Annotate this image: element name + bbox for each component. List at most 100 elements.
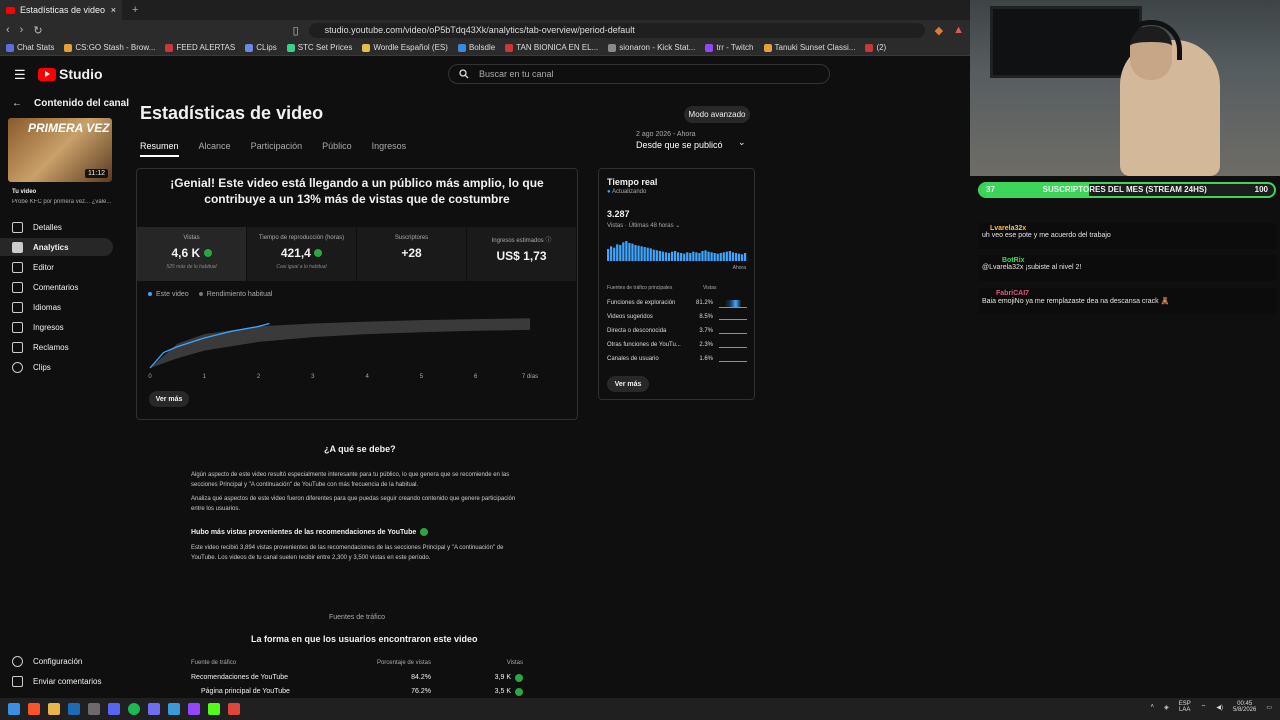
video-thumbnail[interactable]: PRIMERA VEZ 11:12 bbox=[8, 118, 112, 182]
notification-icon[interactable]: ▭ bbox=[1266, 704, 1272, 711]
insight-bold: Hubo más vistas provenientes de las reco… bbox=[191, 528, 429, 536]
sidebar-item-clips[interactable]: Clips bbox=[0, 358, 113, 376]
url-field[interactable]: studio.youtube.com/video/oP5bTdq43Xk/ana… bbox=[308, 22, 925, 38]
sidebar-item-comentarios[interactable]: Comentarios bbox=[0, 278, 113, 296]
chart-legend: Este video Rendimiento habitual bbox=[148, 291, 272, 298]
realtime-bar bbox=[677, 252, 680, 261]
app-icon[interactable] bbox=[228, 703, 240, 715]
chevron-down-icon[interactable]: ⌄ bbox=[675, 223, 680, 229]
wifi-icon[interactable]: ⌔ bbox=[1201, 703, 1207, 711]
source-row: Directa o desconocida 3.7% bbox=[607, 328, 747, 334]
realtime-see-more-button[interactable]: Ver más bbox=[607, 376, 649, 392]
source-row: Videos sugeridos 8.5% bbox=[607, 314, 747, 320]
search-placeholder: Buscar en tu canal bbox=[479, 69, 554, 79]
back-arrow-icon[interactable]: ‹ bbox=[6, 24, 10, 36]
bookmark-item[interactable]: Chat Stats bbox=[6, 43, 54, 52]
tab-resumen[interactable]: Resumen bbox=[140, 141, 179, 157]
obs-icon[interactable] bbox=[88, 703, 100, 715]
forward-arrow-icon[interactable]: › bbox=[20, 24, 24, 36]
steam-icon[interactable] bbox=[68, 703, 80, 715]
search-input[interactable]: Buscar en tu canal bbox=[448, 64, 830, 84]
sidebar-item-editor[interactable]: Editor bbox=[0, 258, 113, 276]
metric-watch-time[interactable]: Tiempo de reproducción (horas) 421,4 Cas… bbox=[247, 227, 357, 281]
period-selector[interactable]: 2 ago 2026 - Ahora Desde que se publicó bbox=[636, 131, 723, 150]
file-explorer-icon[interactable] bbox=[48, 703, 60, 715]
bookmark-item[interactable]: TAN BIONICA EN EL... bbox=[505, 43, 598, 52]
app-icon[interactable] bbox=[168, 703, 180, 715]
close-tab-icon[interactable]: × bbox=[111, 5, 116, 15]
sidebar-item-idiomas[interactable]: Idiomas bbox=[0, 298, 113, 316]
chevron-down-icon[interactable]: ⌄ bbox=[738, 137, 746, 148]
video-duration: 11:12 bbox=[85, 169, 108, 178]
realtime-bar bbox=[713, 253, 716, 261]
windows-taskbar: ˄ ◈ ESP LAA ⌔ ◀) 00:45 5/8/2026 ▭ bbox=[0, 698, 1280, 720]
clock[interactable]: 00:45 5/8/2026 bbox=[1233, 701, 1256, 713]
network-icon[interactable]: ◈ bbox=[1164, 704, 1169, 711]
twitch-icon[interactable] bbox=[188, 703, 200, 715]
bookmark-item[interactable]: Tanuki Sunset Classi... bbox=[763, 43, 855, 52]
check-icon bbox=[515, 674, 523, 682]
realtime-bar bbox=[719, 253, 722, 261]
sidebar-item-label: Ingresos bbox=[33, 322, 64, 332]
discord-icon[interactable] bbox=[108, 703, 120, 715]
metric-subscribers[interactable]: Suscriptores +28 bbox=[357, 227, 467, 281]
bookmark-item[interactable]: Wordle Español (ES) bbox=[362, 43, 448, 52]
feedback-button[interactable]: Enviar comentarios bbox=[0, 672, 113, 690]
bookmark-item[interactable]: STC Set Prices bbox=[286, 43, 352, 52]
sources-header: Fuentes de tráfico principales bbox=[607, 285, 673, 291]
tab-participacion[interactable]: Participación bbox=[251, 141, 303, 157]
realtime-bar-chart bbox=[607, 241, 747, 261]
chat-message: BotRix @Lvarela32x ¡subiste al nivel 2! bbox=[978, 255, 1276, 281]
views-line-chart: 01234567 días6 K4 K2 K0 bbox=[148, 318, 538, 380]
source-row: Funciones de exploración 81.2% bbox=[607, 300, 747, 308]
bookmark-icon[interactable]: ▯ bbox=[293, 24, 299, 37]
metric-views[interactable]: Vistas 4,6 K 525 más de lo habitual bbox=[137, 227, 247, 281]
brave-browser-icon[interactable] bbox=[28, 703, 40, 715]
new-tab-button[interactable]: + bbox=[132, 4, 138, 16]
menu-icon[interactable]: ☰ bbox=[14, 67, 26, 83]
kick-icon[interactable] bbox=[208, 703, 220, 715]
see-more-button[interactable]: Ver más bbox=[149, 391, 189, 407]
table-row[interactable]: Página principal de YouTube 76.2% 3,5 K bbox=[191, 688, 527, 696]
browser-tab[interactable]: Estadísticas de video - YouTube × bbox=[0, 0, 122, 20]
back-to-content[interactable]: ← Contenido del canal bbox=[12, 98, 129, 109]
realtime-bar bbox=[716, 253, 719, 261]
bookmark-item[interactable]: Bolsdle bbox=[457, 43, 495, 52]
spotify-icon[interactable] bbox=[128, 703, 140, 715]
sidebar-item-ingresos[interactable]: Ingresos bbox=[0, 318, 113, 336]
realtime-bar bbox=[710, 252, 713, 261]
tab-publico[interactable]: Público bbox=[322, 141, 352, 157]
advanced-mode-button[interactable]: Modo avanzado bbox=[684, 106, 750, 123]
metric-revenue[interactable]: Ingresos estimados ⓘ US$ 1,73 bbox=[467, 227, 577, 281]
tab-alcance[interactable]: Alcance bbox=[199, 141, 231, 157]
bookmark-item[interactable]: (2) bbox=[865, 43, 886, 52]
tab-ingresos[interactable]: Ingresos bbox=[372, 141, 407, 157]
sidebar-item-detalles[interactable]: Detalles bbox=[0, 218, 113, 236]
x-tick-label: 4 bbox=[365, 374, 369, 380]
vpn-icon[interactable]: ▲ bbox=[953, 24, 964, 36]
bookmark-item[interactable]: trr - Twitch bbox=[705, 43, 754, 52]
studio-logo[interactable]: Studio bbox=[38, 66, 103, 82]
app-icon[interactable] bbox=[148, 703, 160, 715]
language-indicator[interactable]: ESP LAA bbox=[1179, 701, 1191, 713]
period-label: Desde que se publicó bbox=[636, 140, 723, 150]
table-row[interactable]: Recomendaciones de YouTube 84.2% 3,9 K bbox=[191, 674, 527, 682]
windows-start-icon[interactable] bbox=[8, 703, 20, 715]
realtime-bar bbox=[628, 243, 631, 261]
check-icon bbox=[420, 528, 429, 536]
reload-icon[interactable]: ↻ bbox=[33, 24, 42, 37]
realtime-bar bbox=[701, 251, 704, 261]
bookmark-item[interactable]: FEED ALERTAS bbox=[165, 43, 235, 52]
sidebar-item-analytics[interactable]: Analytics bbox=[0, 238, 113, 256]
bookmark-item[interactable]: CLips bbox=[245, 43, 277, 52]
bookmark-favicon-icon bbox=[6, 43, 14, 52]
settings-button[interactable]: Configuración bbox=[0, 652, 113, 670]
bookmark-item[interactable]: CS:GO Stash - Brow... bbox=[64, 43, 155, 52]
sidebar-item-reclamos[interactable]: Reclamos bbox=[0, 338, 113, 356]
volume-icon[interactable]: ◀) bbox=[1216, 704, 1223, 711]
bookmark-label: Chat Stats bbox=[17, 43, 55, 52]
bookmark-item[interactable]: sionaron - Kick Stat... bbox=[608, 43, 695, 52]
tray-chevron-icon[interactable]: ˄ bbox=[1151, 704, 1155, 710]
extension-icon[interactable]: ◆ bbox=[935, 24, 943, 37]
sub-goal-target: 100 bbox=[1254, 185, 1268, 194]
